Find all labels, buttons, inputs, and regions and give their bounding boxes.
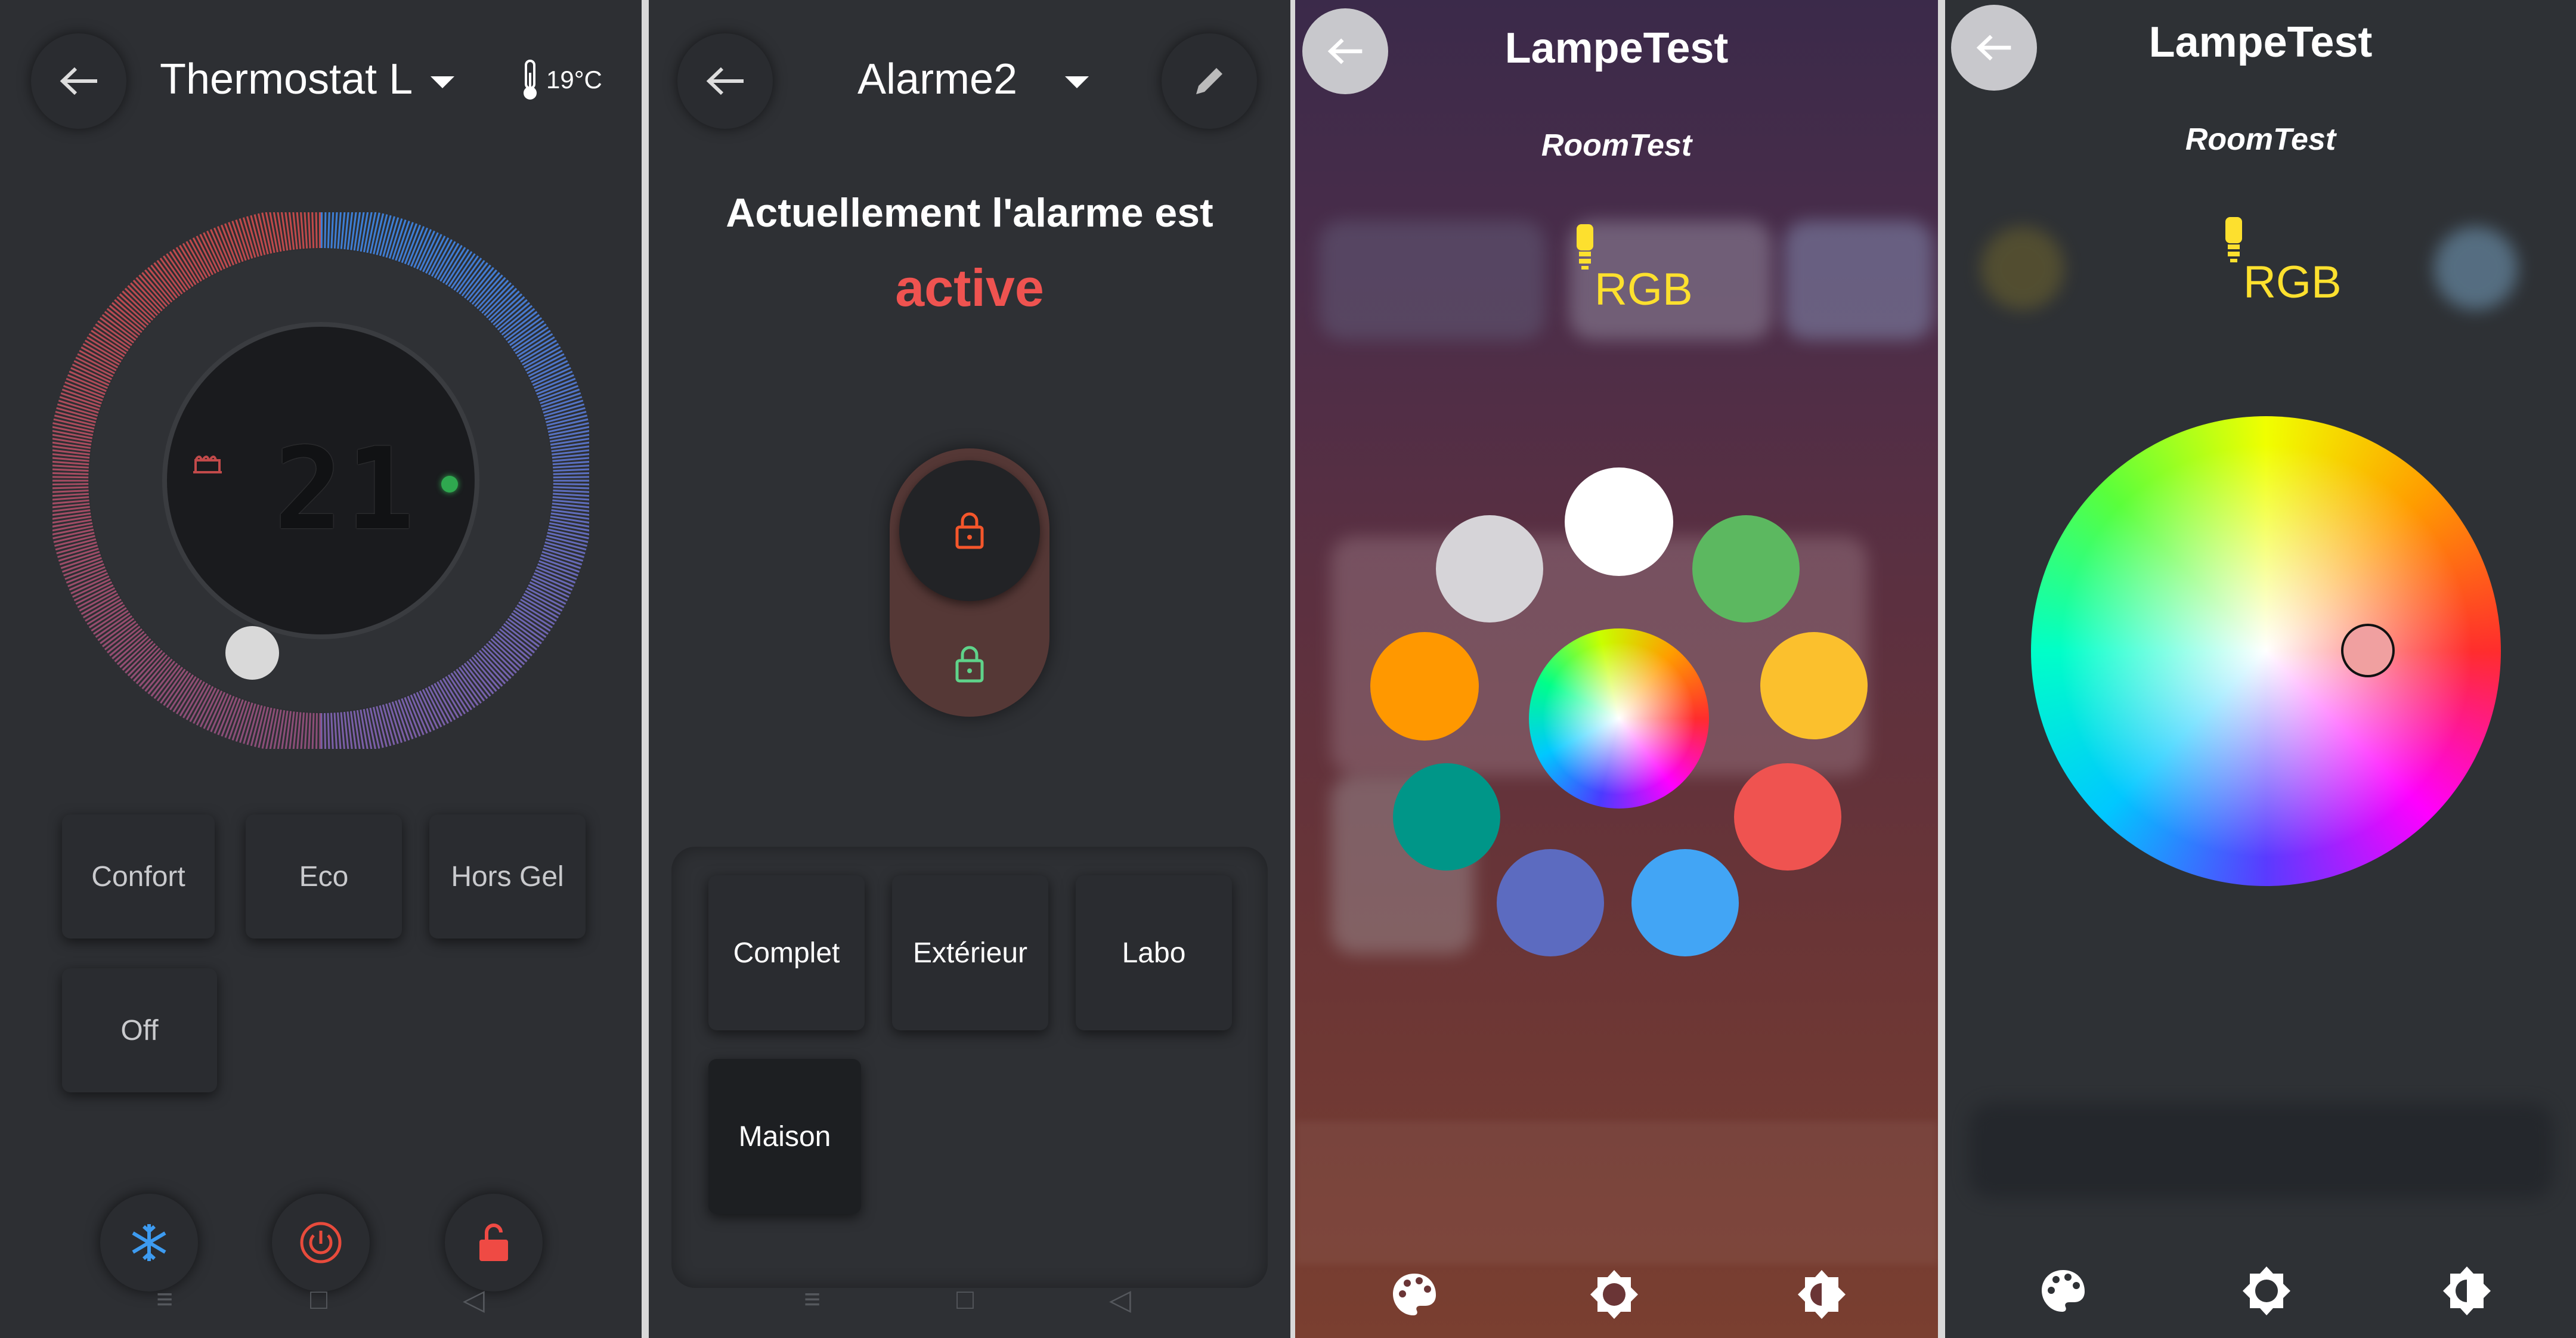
mode-labo-button[interactable]: Labo (1076, 875, 1232, 1030)
color-picker-handle[interactable] (2341, 624, 2395, 677)
mode-hors-gel-button[interactable]: Hors Gel (429, 814, 586, 939)
palette-icon[interactable] (1389, 1270, 1439, 1320)
edit-button[interactable] (1162, 33, 1257, 129)
blurred-background (2434, 227, 2518, 310)
bulb-icon (1577, 224, 1593, 270)
target-temperature-display: 21 (274, 423, 418, 555)
mode-label: Hors Gel (451, 860, 564, 893)
lamp-type: RGB (1594, 264, 1693, 315)
thermostat-title: Thermostat L (160, 55, 411, 103)
contrast-icon[interactable] (1795, 1268, 1849, 1321)
brightness-icon[interactable] (2240, 1264, 2293, 1318)
nav-menu-icon[interactable]: ≡ (156, 1283, 173, 1316)
blurred-background (1969, 1103, 2553, 1198)
mode-maison-button[interactable]: Maison (708, 1059, 861, 1214)
swatch-orange[interactable] (1370, 632, 1479, 741)
custom-color-button[interactable] (1529, 628, 1709, 809)
swatch-indigo[interactable] (1497, 849, 1604, 956)
swatch-yellow[interactable] (1760, 632, 1868, 739)
page-title: LampeTest (2148, 18, 2373, 66)
dial-handle[interactable] (225, 626, 279, 680)
power-button[interactable] (272, 1194, 370, 1291)
mode-exterieur-button[interactable]: Extérieur (892, 875, 1048, 1030)
mode-label: Off (120, 1014, 159, 1046)
arrow-left-icon (706, 67, 744, 95)
back-button[interactable] (31, 33, 126, 129)
page-title[interactable]: Alarme2 (857, 55, 1089, 104)
power-icon (300, 1222, 342, 1263)
cooling-button[interactable] (100, 1194, 198, 1291)
blurred-background (1784, 221, 1933, 340)
back-button[interactable] (677, 33, 773, 129)
chevron-down-icon (430, 76, 454, 88)
lamp-type: RGB (2243, 257, 2342, 308)
mode-label: Labo (1122, 937, 1186, 969)
temperature-readout: 19°C (520, 58, 602, 101)
swatch-red[interactable] (1734, 763, 1841, 871)
swatch-green[interactable] (1692, 515, 1800, 622)
thermostat-panel: Thermostat L 19°C 21 Confort Eco Hors Ge… (0, 0, 642, 1338)
bulb-icon (2225, 217, 2242, 262)
lock-button[interactable] (445, 1194, 543, 1291)
blurred-background (1981, 227, 2064, 310)
blurred-background (1295, 1121, 1938, 1264)
toggle-knob[interactable] (899, 460, 1040, 601)
room-name: RoomTest (1541, 128, 1692, 163)
nav-home-icon[interactable]: □ (310, 1283, 327, 1316)
mode-label: Eco (299, 860, 349, 893)
current-temperature: 19°C (546, 66, 602, 94)
mode-confort-button[interactable]: Confort (62, 814, 215, 939)
mode-label: Extérieur (912, 937, 1028, 969)
mode-off-button[interactable]: Off (62, 968, 217, 1092)
unlock-icon (955, 646, 984, 683)
lamp-presets-panel: LampeTest RoomTest RGB (1295, 0, 1938, 1338)
color-wheel[interactable] (2031, 416, 2501, 886)
thermometer-icon (524, 60, 537, 100)
alarm-panel: Alarme2 Actuellement l'alarme est active… (649, 0, 1290, 1338)
mode-label: Maison (738, 1120, 831, 1153)
alarm-status-value: active (895, 258, 1044, 317)
nav-back-icon[interactable]: ◁ (1109, 1283, 1131, 1317)
lamp-wheel-panel: LampeTest RoomTest RGB (1945, 0, 2576, 1338)
room-name: RoomTest (2185, 122, 2336, 157)
mode-label: Complet (733, 937, 840, 969)
blurred-background (1319, 221, 1546, 340)
nav-back-icon[interactable]: ◁ (463, 1283, 485, 1317)
lock-icon (955, 512, 984, 549)
brightness-icon[interactable] (1587, 1268, 1641, 1321)
mode-eco-button[interactable]: Eco (246, 814, 402, 939)
unlock-icon (479, 1224, 508, 1261)
alarm-status-line: Actuellement l'alarme est (726, 190, 1213, 236)
nav-menu-icon[interactable]: ≡ (804, 1283, 821, 1316)
status-led (441, 476, 458, 493)
mode-label: Confort (91, 860, 185, 893)
snowflake-icon (132, 1224, 166, 1261)
swatch-light-grey[interactable] (1436, 515, 1543, 622)
palette-icon[interactable] (2038, 1266, 2088, 1317)
page-title: LampeTest (1504, 24, 1729, 72)
swatch-white[interactable] (1565, 467, 1673, 576)
page-title[interactable]: Thermostat L (160, 55, 454, 104)
chevron-down-icon (1065, 76, 1089, 88)
arrow-left-icon (60, 67, 97, 95)
pencil-icon (1196, 68, 1222, 94)
alarm-title: Alarme2 (857, 55, 1018, 103)
swatch-blue[interactable] (1631, 849, 1739, 956)
swatch-teal[interactable] (1393, 763, 1500, 871)
mode-complet-button[interactable]: Complet (708, 875, 865, 1030)
contrast-icon[interactable] (2440, 1264, 2494, 1318)
heater-icon (193, 456, 222, 473)
nav-home-icon[interactable]: □ (956, 1283, 974, 1316)
